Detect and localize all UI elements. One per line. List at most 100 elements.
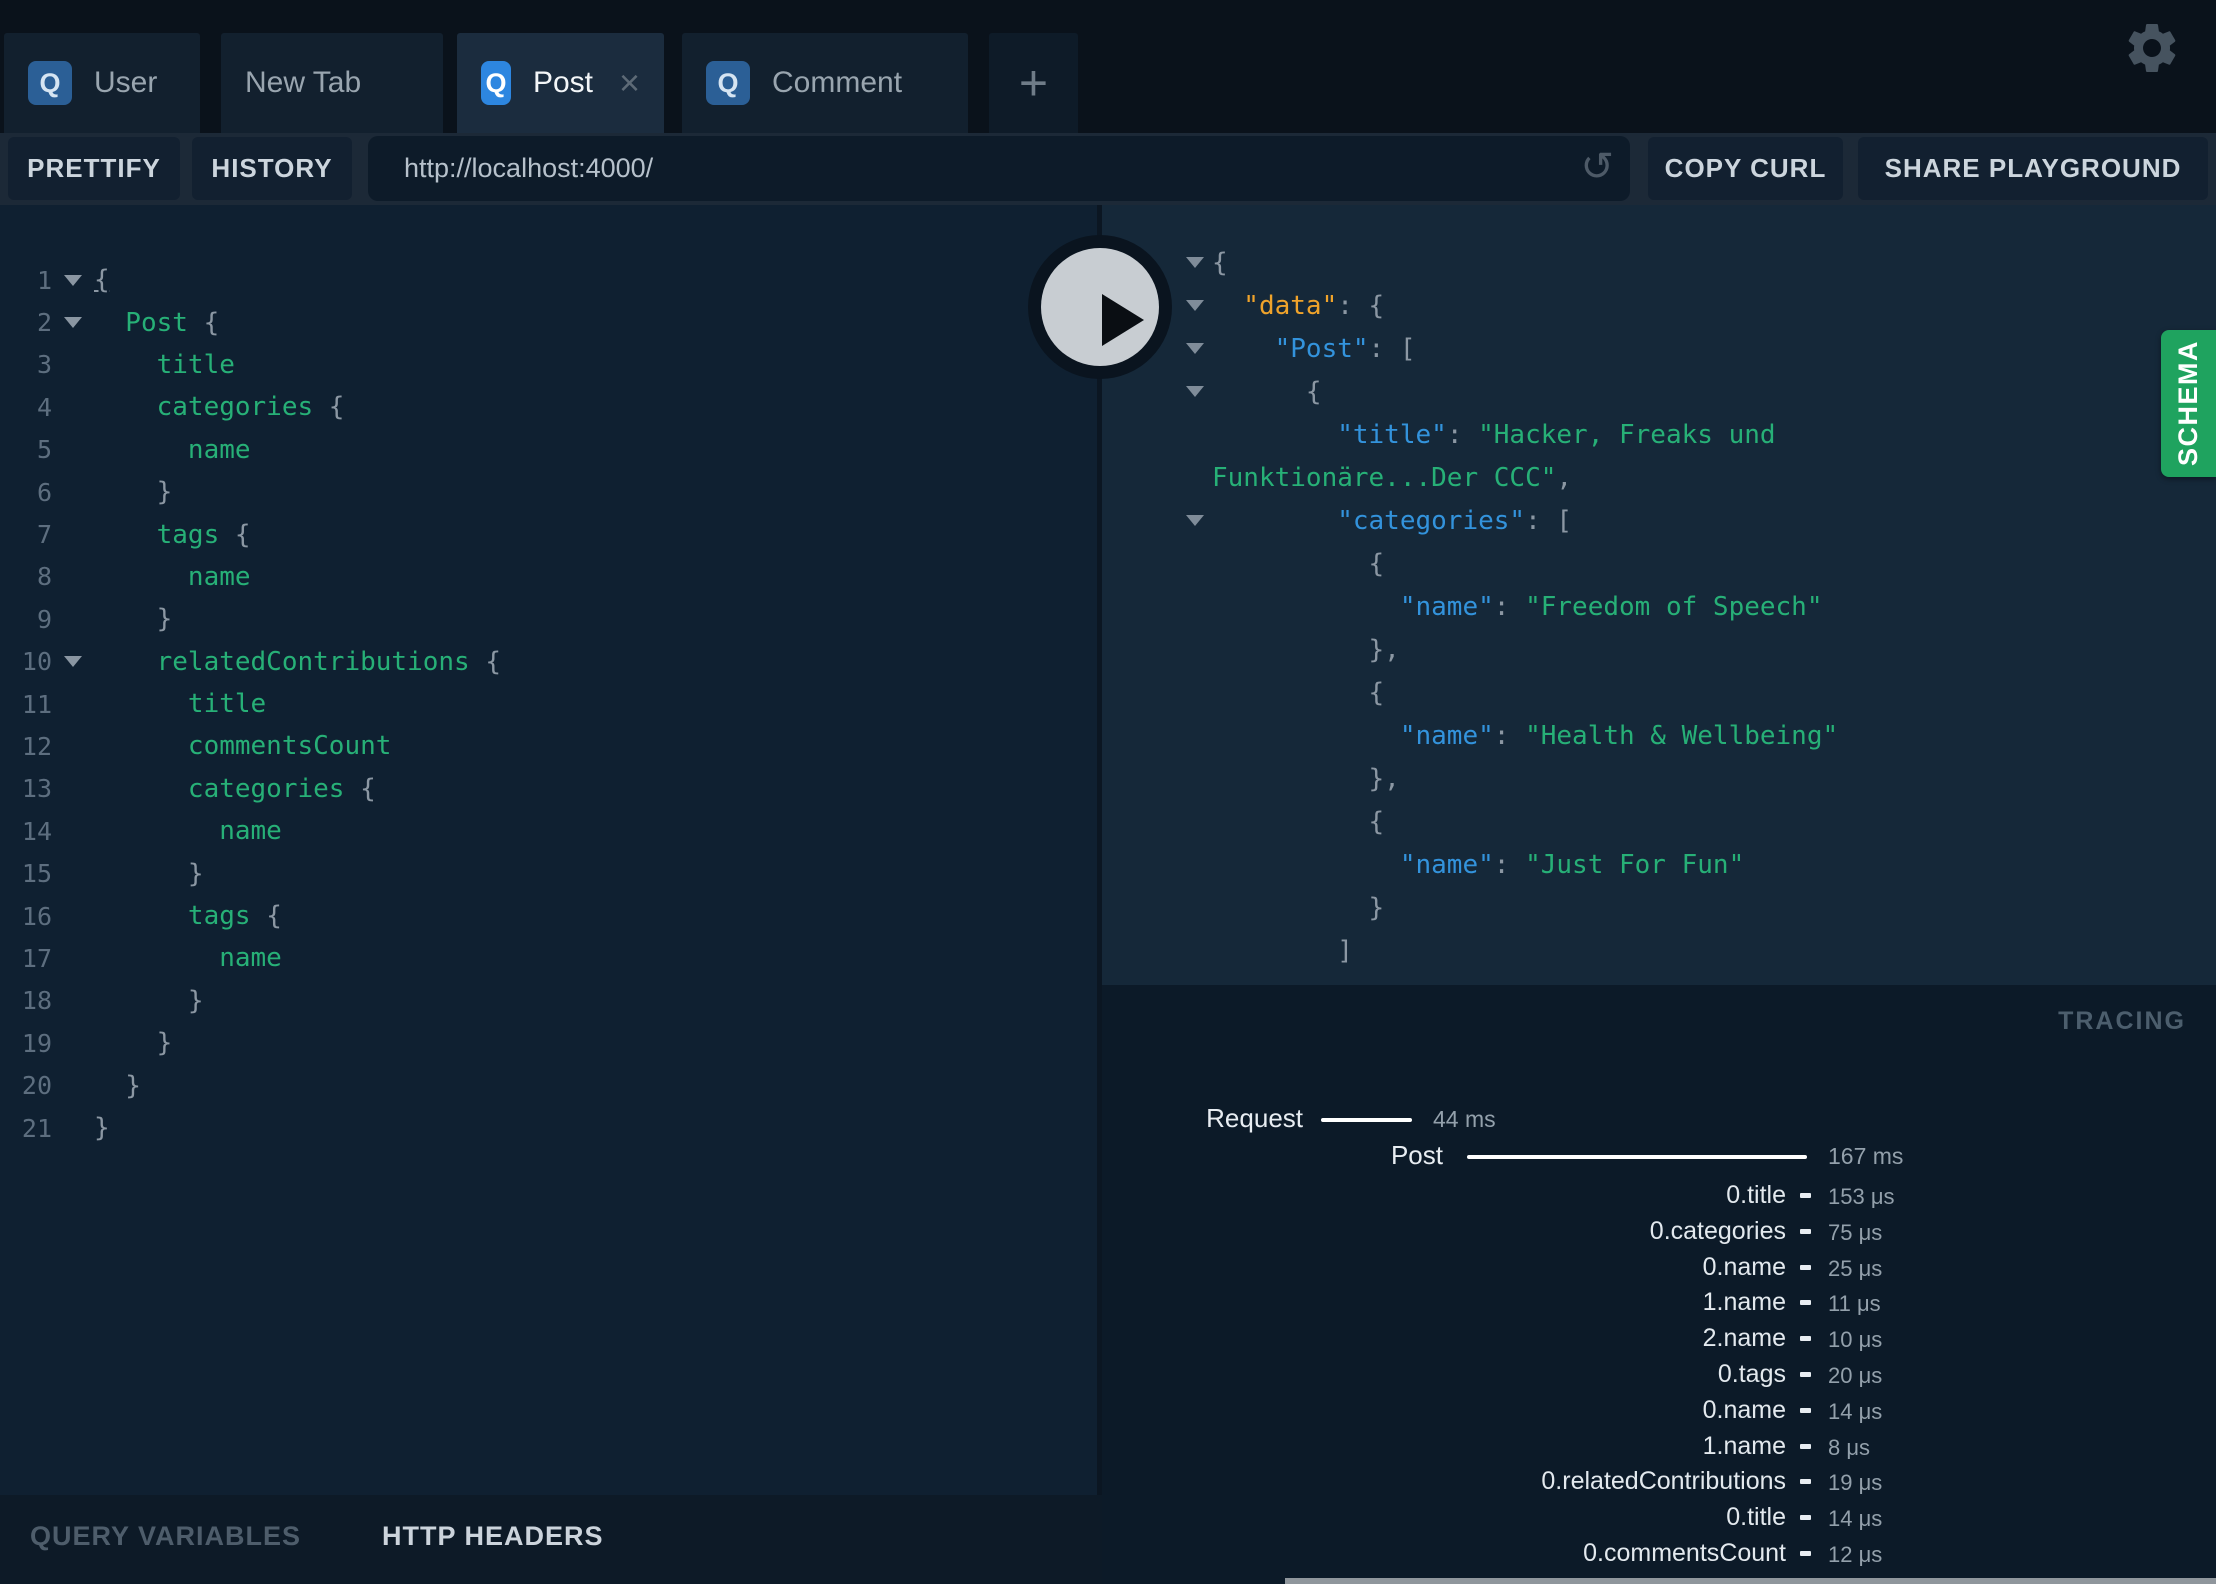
query-code-text: title: [94, 350, 235, 380]
collapse-arrow-icon[interactable]: [1102, 386, 1212, 397]
code-token: title: [94, 349, 235, 380]
trace-request-duration: 44 ms: [1433, 1106, 1496, 1132]
code-token: {: [469, 646, 501, 677]
collapse-arrow-icon[interactable]: [1102, 515, 1212, 526]
trace-post-label: Post: [1390, 1140, 1443, 1170]
tab-new-tab[interactable]: New Tab: [221, 33, 443, 133]
code-token: {: [1212, 806, 1385, 837]
response-line: {: [1102, 671, 2216, 714]
tab-bar: Q User New Tab Q Post × Q Comment +: [0, 0, 2216, 133]
query-editor-line: 4 categories {: [0, 386, 1102, 428]
trace-duration-dash: [1800, 1228, 1811, 1234]
response-line: {: [1102, 370, 2216, 413]
code-token: Funktionäre...Der CCC": [1212, 462, 1557, 493]
query-editor-line: 21}: [0, 1107, 1102, 1149]
trace-duration: 14 μs: [1828, 1398, 1883, 1424]
trace-row: 1.name 11 μs: [1102, 1288, 2216, 1322]
trace-row: 0.commentsCount 12 μs: [1102, 1539, 2216, 1573]
triangle-down-icon: [1186, 386, 1204, 397]
trace-label: 0.name: [1702, 1252, 1786, 1281]
reload-schema-icon[interactable]: ↺: [1580, 144, 1614, 190]
response-code-text: "Post": [: [1212, 334, 1416, 364]
code-token: ,: [1556, 462, 1573, 493]
execute-query-button[interactable]: [1028, 235, 1172, 379]
fold-arrow-icon[interactable]: [52, 274, 94, 286]
response-code-text: "categories": [: [1212, 506, 1572, 536]
fold-arrow-icon[interactable]: [52, 317, 94, 329]
trace-label: 0.tags: [1717, 1360, 1786, 1388]
code-token: Post: [94, 307, 188, 338]
response-line: "categories": [: [1102, 499, 2216, 542]
triangle-down-icon: [1186, 257, 1204, 268]
code-token: {: [94, 265, 110, 296]
query-variables-tab[interactable]: QUERY VARIABLES: [30, 1521, 301, 1552]
line-number: 17: [21, 943, 52, 973]
endpoint-url-value: http://localhost:4000/: [404, 153, 654, 183]
trace-duration: 10 μs: [1828, 1327, 1883, 1353]
query-editor-line: 3 title: [0, 344, 1102, 386]
code-token: {: [1212, 376, 1322, 407]
share-playground-button[interactable]: SHARE PLAYGROUND: [1858, 137, 2208, 200]
trace-label: 2.name: [1702, 1324, 1786, 1353]
code-token: "name": [1212, 849, 1494, 880]
trace-duration: 11 μs: [1828, 1291, 1881, 1317]
trace-duration: 75 μs: [1828, 1219, 1883, 1245]
trace-duration-dash: [1800, 1300, 1811, 1306]
query-editor-line: 9 }: [0, 598, 1102, 640]
trace-duration: 25 μs: [1828, 1255, 1883, 1281]
tab-comment[interactable]: Q Comment: [682, 33, 968, 133]
query-code-text: relatedContributions {: [94, 647, 501, 677]
prettify-button[interactable]: PRETTIFY: [8, 137, 180, 200]
line-number: 18: [21, 986, 52, 1016]
query-code-text: categories {: [94, 392, 345, 423]
tab-label: Post: [532, 66, 593, 99]
close-tab-icon[interactable]: ×: [619, 65, 640, 101]
trace-label: 0.title: [1726, 1181, 1786, 1209]
tab-user[interactable]: Q User: [4, 33, 200, 133]
query-editor-pane[interactable]: 1{2 Post {3 title 4 categories {5 name 6 }…: [0, 205, 1102, 1495]
trace-request-bar: [1321, 1118, 1412, 1122]
trace-duration: 153 μs: [1828, 1184, 1895, 1209]
line-number: 15: [21, 859, 52, 889]
query-code-text: name: [94, 562, 251, 592]
endpoint-url-input[interactable]: http://localhost:4000/ ↺: [368, 136, 1630, 201]
schema-tab-label: SCHEMA: [2173, 340, 2203, 467]
line-number: 8: [36, 562, 52, 592]
query-editor-line: 17 name: [0, 937, 1102, 979]
trace-row: 0.tags 20 μs: [1102, 1360, 2216, 1394]
schema-side-tab[interactable]: SCHEMA: [2161, 330, 2216, 477]
fold-arrow-icon[interactable]: [52, 656, 94, 668]
response-code-text: "name": "Health & Wellbeing": [1212, 721, 1838, 751]
history-button[interactable]: HISTORY: [192, 137, 352, 200]
response-line: "name": "Freedom of Speech": [1102, 585, 2216, 628]
line-number: 3: [36, 350, 52, 380]
code-token: name: [94, 434, 251, 465]
trace-label: 0.title: [1726, 1503, 1786, 1532]
response-code-text: }: [1212, 893, 1385, 923]
query-badge: Q: [706, 61, 750, 105]
http-headers-tab[interactable]: HTTP HEADERS: [382, 1521, 604, 1552]
query-code-text: tags {: [94, 520, 251, 550]
trace-duration-dash: [1800, 1551, 1811, 1556]
line-number: 7: [36, 520, 52, 550]
add-tab-button[interactable]: +: [989, 33, 1078, 133]
code-token: {: [1212, 247, 1228, 278]
query-editor-line: 14 name: [0, 810, 1102, 852]
line-number: 20: [21, 1071, 52, 1101]
settings-gear-icon[interactable]: [2122, 18, 2182, 78]
line-number: 2: [36, 308, 52, 338]
code-token: {: [313, 392, 345, 423]
query-editor-line: 5 name: [0, 429, 1102, 471]
line-number: 5: [36, 435, 52, 465]
query-badge: Q: [481, 61, 511, 105]
tab-post[interactable]: Q Post ×: [457, 33, 664, 133]
trace-duration-dash: [1800, 1515, 1811, 1521]
code-token: commentsCount: [94, 731, 392, 762]
triangle-down-icon: [1186, 343, 1204, 354]
code-token: : {: [1337, 290, 1385, 321]
tracing-horizontal-scrollbar[interactable]: [1285, 1578, 2216, 1584]
copy-curl-button[interactable]: COPY CURL: [1648, 137, 1843, 200]
query-code-text: tags {: [94, 901, 282, 931]
query-badge: Q: [28, 61, 72, 105]
line-number: 11: [21, 689, 52, 719]
